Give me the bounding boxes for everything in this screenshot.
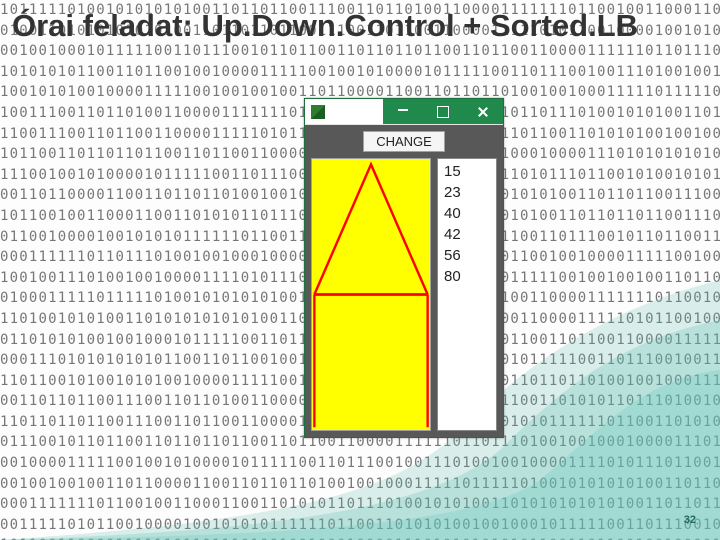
page-title: Órai feladat: Up.Down.Control + Sorted.L… [12,8,638,44]
window-controls [383,99,503,124]
slide: 1011111010010101010100110110110011100110… [0,0,720,540]
maximize-button[interactable] [423,99,463,124]
list-item[interactable]: 80 [444,266,490,287]
binary-row: 0011111010110010000100101010111111011001… [0,515,720,536]
page-number: 32 [684,514,696,526]
binary-row: 0001111111011001001100011001101010110111… [0,494,720,515]
form-window: CHANGE 152340425680 [304,98,504,438]
binary-row: 1011001100001111110110111010010010001000… [0,535,720,540]
close-button[interactable] [463,99,503,124]
maximize-icon [437,106,449,118]
minimize-icon [398,109,408,111]
main-row: 152340425680 [311,158,497,431]
drawing-panel [311,158,431,431]
binary-row: 0010010001011111001101110010110110011011… [0,41,720,62]
app-icon [311,105,325,119]
red-lines-drawing [312,159,430,430]
titlebar[interactable] [305,99,503,125]
minimize-button[interactable] [383,99,423,124]
binary-row: 1010101011001101100100100001111100100101… [0,62,720,83]
list-item[interactable]: 40 [444,203,490,224]
sorted-listbox[interactable]: 152340425680 [437,158,497,431]
close-icon [477,106,489,118]
change-button[interactable]: CHANGE [363,131,445,152]
list-item[interactable]: 56 [444,245,490,266]
list-item[interactable]: 23 [444,182,490,203]
list-item[interactable]: 42 [444,224,490,245]
client-area: CHANGE 152340425680 [305,125,503,437]
list-item[interactable]: 15 [444,161,490,182]
binary-row: 0010010010011011000011001101101101001001… [0,474,720,495]
binary-row: 0010000111110010010100001011111001101110… [0,453,720,474]
